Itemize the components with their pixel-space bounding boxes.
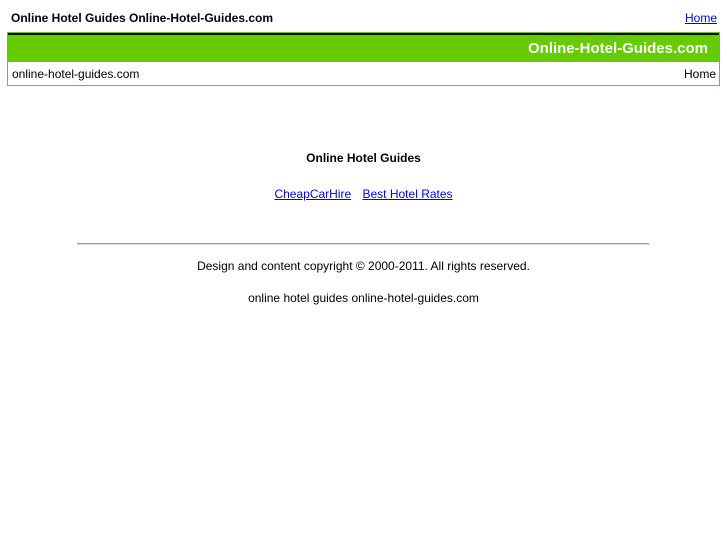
header-home-link[interactable]: Home <box>684 67 716 81</box>
page-heading: Online Hotel Guides <box>306 151 421 165</box>
header-box: Online-Hotel-Guides.com online-hotel-gui… <box>7 32 720 86</box>
copyright-text: Design and content copyright © 2000-2011… <box>197 259 530 273</box>
best-hotel-rates-link[interactable]: Best Hotel Rates <box>363 187 453 201</box>
site-title: Online Hotel Guides Online-Hotel-Guides.… <box>11 11 274 25</box>
top-home-link[interactable]: Home <box>685 11 717 25</box>
footer-tagline: online hotel guides online-hotel-guides.… <box>248 291 479 305</box>
top-bar: Online Hotel Guides Online-Hotel-Guides.… <box>0 0 727 34</box>
brand-banner: Online-Hotel-Guides.com <box>8 33 719 62</box>
divider <box>77 243 649 245</box>
brand-name: Online-Hotel-Guides.com <box>527 40 708 57</box>
domain-label: online-hotel-guides.com <box>12 67 140 81</box>
links-row: CheapCarHire Best Hotel Rates <box>0 187 727 201</box>
cheap-car-hire-link[interactable]: CheapCarHire <box>274 187 351 201</box>
